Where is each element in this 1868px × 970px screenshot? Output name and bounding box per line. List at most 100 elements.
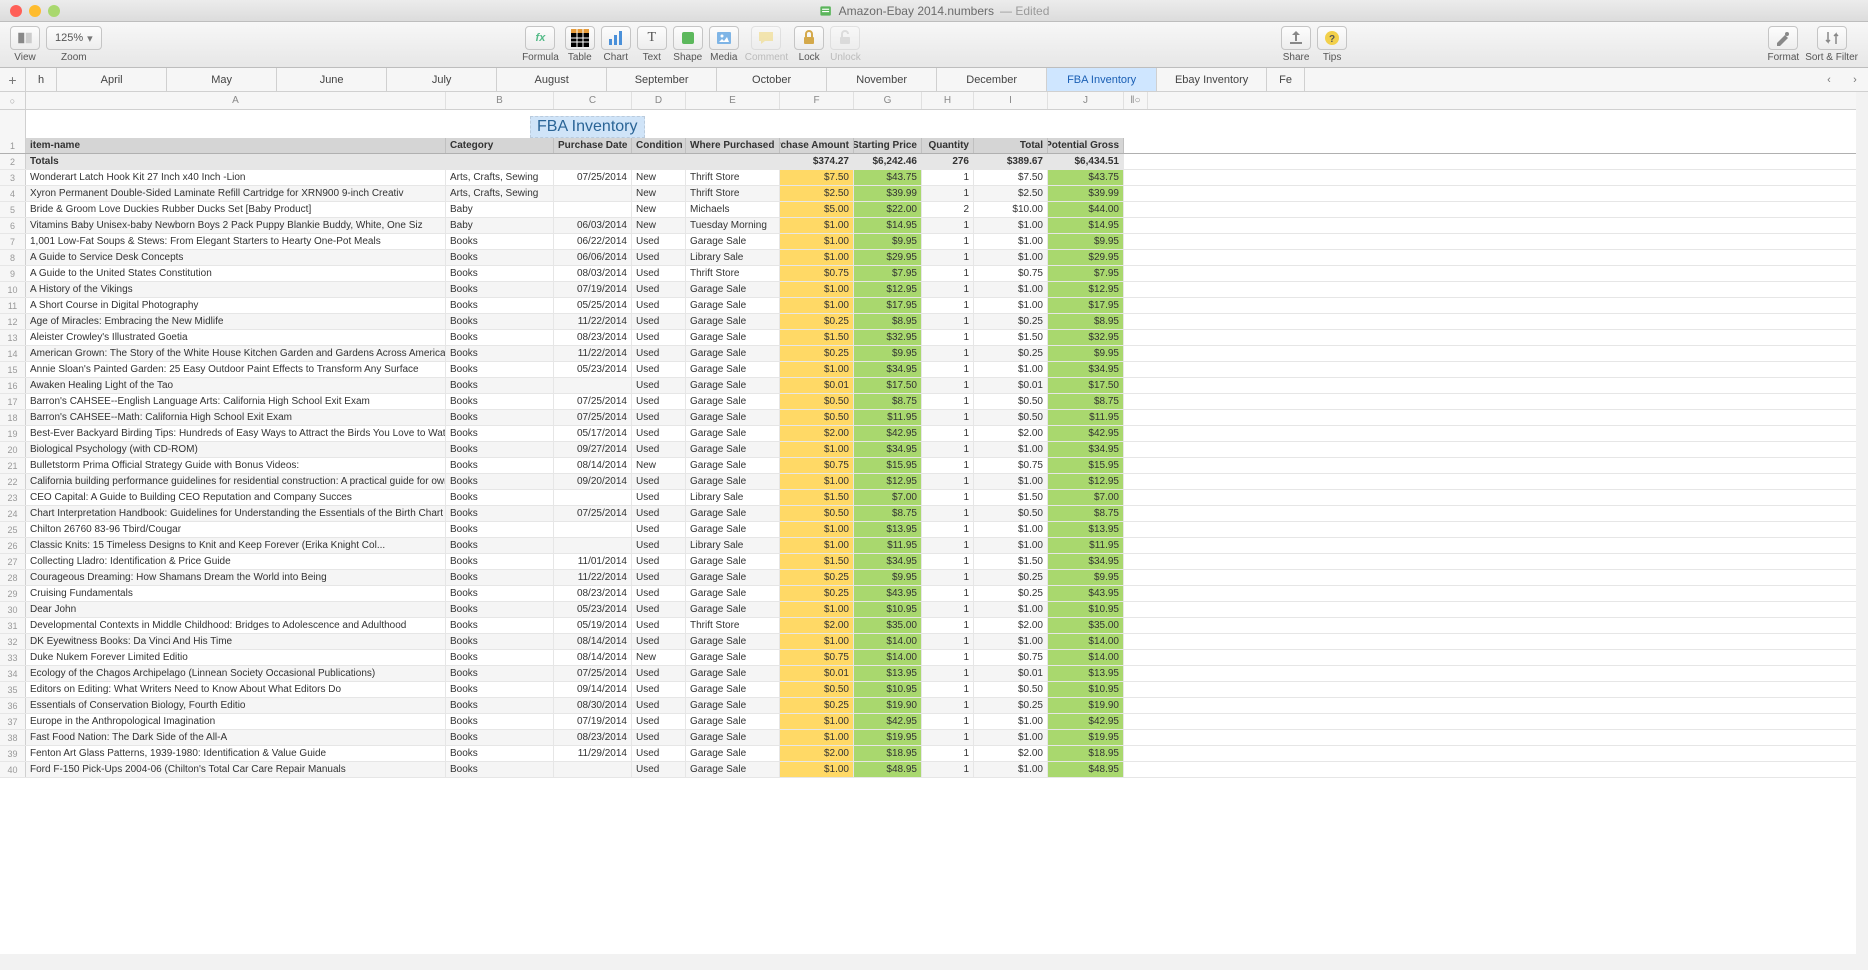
cell-category[interactable]: Books: [446, 666, 554, 681]
cell-category[interactable]: Books: [446, 314, 554, 329]
cell-potential-gross[interactable]: $9.95: [1048, 570, 1124, 585]
cell-starting-price[interactable]: $15.95: [854, 458, 922, 473]
cell-category[interactable]: Books: [446, 394, 554, 409]
cell-starting-price[interactable]: $7.00: [854, 490, 922, 505]
maximize-icon[interactable]: [48, 5, 60, 17]
rownum-18[interactable]: 18: [0, 410, 26, 425]
rownum-21[interactable]: 21: [0, 458, 26, 473]
rownum-30[interactable]: 30: [0, 602, 26, 617]
cell-quantity[interactable]: 1: [922, 682, 974, 697]
cell-quantity[interactable]: 1: [922, 506, 974, 521]
cell-date[interactable]: [554, 202, 632, 217]
cell-condition[interactable]: Used: [632, 682, 686, 697]
chart-button[interactable]: [601, 26, 631, 50]
cell-condition[interactable]: Used: [632, 570, 686, 585]
rownum-19[interactable]: 19: [0, 426, 26, 441]
cell-starting-price[interactable]: $12.95: [854, 282, 922, 297]
cell-name[interactable]: Cruising Fundamentals: [26, 586, 446, 601]
cell-starting-price[interactable]: $14.00: [854, 634, 922, 649]
cell-potential-gross[interactable]: $44.00: [1048, 202, 1124, 217]
cell-total[interactable]: $0.01: [974, 378, 1048, 393]
cell-condition[interactable]: Used: [632, 394, 686, 409]
sheet-tab-november[interactable]: November: [827, 68, 937, 91]
cell-name[interactable]: Fenton Art Glass Patterns, 1939-1980: Id…: [26, 746, 446, 761]
cell-purchase-amount[interactable]: $1.00: [780, 250, 854, 265]
cell-purchase-amount[interactable]: $1.00: [780, 218, 854, 233]
cell-where[interactable]: Garage Sale: [686, 314, 780, 329]
hdr-purchase-amount[interactable]: Purchase Amount: [780, 138, 854, 153]
col-B[interactable]: B: [446, 92, 554, 109]
cell-where[interactable]: Garage Sale: [686, 234, 780, 249]
totals-label[interactable]: Totals: [26, 154, 446, 169]
cell-purchase-amount[interactable]: $1.00: [780, 282, 854, 297]
cell-category[interactable]: Books: [446, 650, 554, 665]
cell-total[interactable]: $1.00: [974, 298, 1048, 313]
rownum-24[interactable]: 24: [0, 506, 26, 521]
cell-potential-gross[interactable]: $39.99: [1048, 186, 1124, 201]
cell-starting-price[interactable]: $9.95: [854, 570, 922, 585]
cell-condition[interactable]: Used: [632, 602, 686, 617]
cell-date[interactable]: 08/14/2014: [554, 458, 632, 473]
cell-category[interactable]: Books: [446, 618, 554, 633]
col-A[interactable]: A: [26, 92, 446, 109]
cell-purchase-amount[interactable]: $0.50: [780, 394, 854, 409]
cell-quantity[interactable]: 1: [922, 538, 974, 553]
cell-purchase-amount[interactable]: $2.00: [780, 426, 854, 441]
cell-total[interactable]: $1.00: [974, 442, 1048, 457]
format-button[interactable]: [1768, 26, 1798, 50]
rownum-5[interactable]: 5: [0, 202, 26, 217]
shape-button[interactable]: [673, 26, 703, 50]
cell-purchase-amount[interactable]: $0.75: [780, 458, 854, 473]
cell-potential-gross[interactable]: $8.95: [1048, 314, 1124, 329]
cell-date[interactable]: [554, 522, 632, 537]
cell-condition[interactable]: Used: [632, 474, 686, 489]
cell-category[interactable]: Baby: [446, 202, 554, 217]
col-G[interactable]: G: [854, 92, 922, 109]
cell-name[interactable]: Biological Psychology (with CD-ROM): [26, 442, 446, 457]
cell-name[interactable]: Age of Miracles: Embracing the New Midli…: [26, 314, 446, 329]
tab-prev-button[interactable]: ‹: [1816, 68, 1842, 91]
cell-total[interactable]: $0.01: [974, 666, 1048, 681]
cell-where[interactable]: Garage Sale: [686, 362, 780, 377]
col-J[interactable]: J: [1048, 92, 1124, 109]
cell-date[interactable]: 07/25/2014: [554, 170, 632, 185]
cell-purchase-amount[interactable]: $1.50: [780, 490, 854, 505]
table-button[interactable]: [565, 26, 595, 50]
cell-total[interactable]: $0.25: [974, 586, 1048, 601]
cell-quantity[interactable]: 1: [922, 330, 974, 345]
totals-where[interactable]: [686, 154, 780, 169]
cell-condition[interactable]: Used: [632, 314, 686, 329]
cell-purchase-amount[interactable]: $1.50: [780, 330, 854, 345]
cell-quantity[interactable]: 1: [922, 698, 974, 713]
cell-starting-price[interactable]: $43.95: [854, 586, 922, 601]
cell-date[interactable]: 06/03/2014: [554, 218, 632, 233]
cell-name[interactable]: 1,001 Low-Fat Soups & Stews: From Elegan…: [26, 234, 446, 249]
cell-total[interactable]: $1.00: [974, 522, 1048, 537]
cell-condition[interactable]: Used: [632, 634, 686, 649]
hdr-item-name[interactable]: item-name: [26, 138, 446, 153]
cell-total[interactable]: $0.75: [974, 650, 1048, 665]
cell-category[interactable]: Arts, Crafts, Sewing: [446, 186, 554, 201]
cell-date[interactable]: 05/17/2014: [554, 426, 632, 441]
sheet-tab-august[interactable]: August: [497, 68, 607, 91]
cell-potential-gross[interactable]: $7.95: [1048, 266, 1124, 281]
rownum-38[interactable]: 38: [0, 730, 26, 745]
cell-where[interactable]: Tuesday Morning: [686, 218, 780, 233]
cell-category[interactable]: Books: [446, 586, 554, 601]
cell-potential-gross[interactable]: $32.95: [1048, 330, 1124, 345]
cell-purchase-amount[interactable]: $1.00: [780, 714, 854, 729]
cell-where[interactable]: Garage Sale: [686, 394, 780, 409]
cell-category[interactable]: Books: [446, 330, 554, 345]
cell-condition[interactable]: Used: [632, 250, 686, 265]
cell-starting-price[interactable]: $7.95: [854, 266, 922, 281]
cell-category[interactable]: Books: [446, 570, 554, 585]
cell-purchase-amount[interactable]: $0.25: [780, 698, 854, 713]
cell-total[interactable]: $0.25: [974, 314, 1048, 329]
cell-category[interactable]: Books: [446, 698, 554, 713]
cell-name[interactable]: Chart Interpretation Handbook: Guideline…: [26, 506, 446, 521]
cell-name[interactable]: Ecology of the Chagos Archipelago (Linne…: [26, 666, 446, 681]
cell-quantity[interactable]: 1: [922, 218, 974, 233]
cell-quantity[interactable]: 1: [922, 602, 974, 617]
cell-purchase-amount[interactable]: $0.75: [780, 650, 854, 665]
cell-date[interactable]: 08/23/2014: [554, 586, 632, 601]
